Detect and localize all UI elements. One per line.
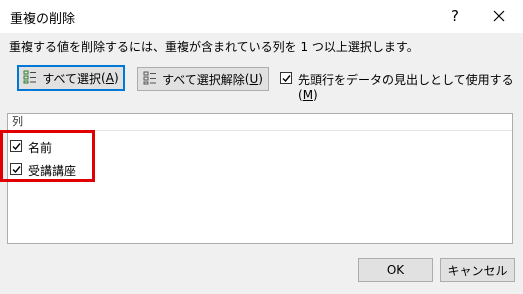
- select-all-icon: [23, 70, 37, 87]
- instruction-text: 重複する値を削除するには、重複が含まれている列を 1 つ以上選択します。: [9, 40, 419, 54]
- annotation-highlight-box: [0, 130, 95, 182]
- close-icon: [493, 10, 505, 22]
- ok-button[interactable]: OK: [358, 258, 433, 282]
- window-title: 重複の削除: [10, 12, 76, 27]
- select-all-accel: A: [105, 71, 114, 85]
- header-row-accel: M: [302, 88, 314, 102]
- header-row-label-text: 先頭行をデータの見出しとして使用する: [298, 73, 514, 87]
- unselect-all-icon: [143, 71, 157, 88]
- cancel-button[interactable]: キャンセル: [440, 258, 515, 282]
- select-all-button[interactable]: すべて選択(A): [17, 65, 125, 91]
- header-row-checkbox[interactable]: [280, 72, 292, 84]
- select-all-label: すべて選択: [42, 71, 102, 86]
- help-icon: ?: [451, 7, 459, 25]
- unselect-all-label: すべて選択解除: [162, 72, 245, 87]
- columns-header: 列: [8, 114, 512, 131]
- unselect-all-button[interactable]: すべて選択解除(U): [137, 67, 269, 91]
- header-row-checkbox-label[interactable]: 先頭行をデータの見出しとして使用する(M): [298, 71, 523, 102]
- close-button[interactable]: [480, 4, 518, 28]
- checkmark-icon: [282, 75, 291, 83]
- remove-duplicates-dialog: 重複の削除 ? 重複する値を削除するには、重複が含まれている列を 1 つ以上選択…: [0, 0, 523, 294]
- help-button[interactable]: ?: [438, 4, 472, 28]
- unselect-all-accel: U: [249, 72, 259, 86]
- title-bar: 重複の削除 ?: [0, 0, 523, 33]
